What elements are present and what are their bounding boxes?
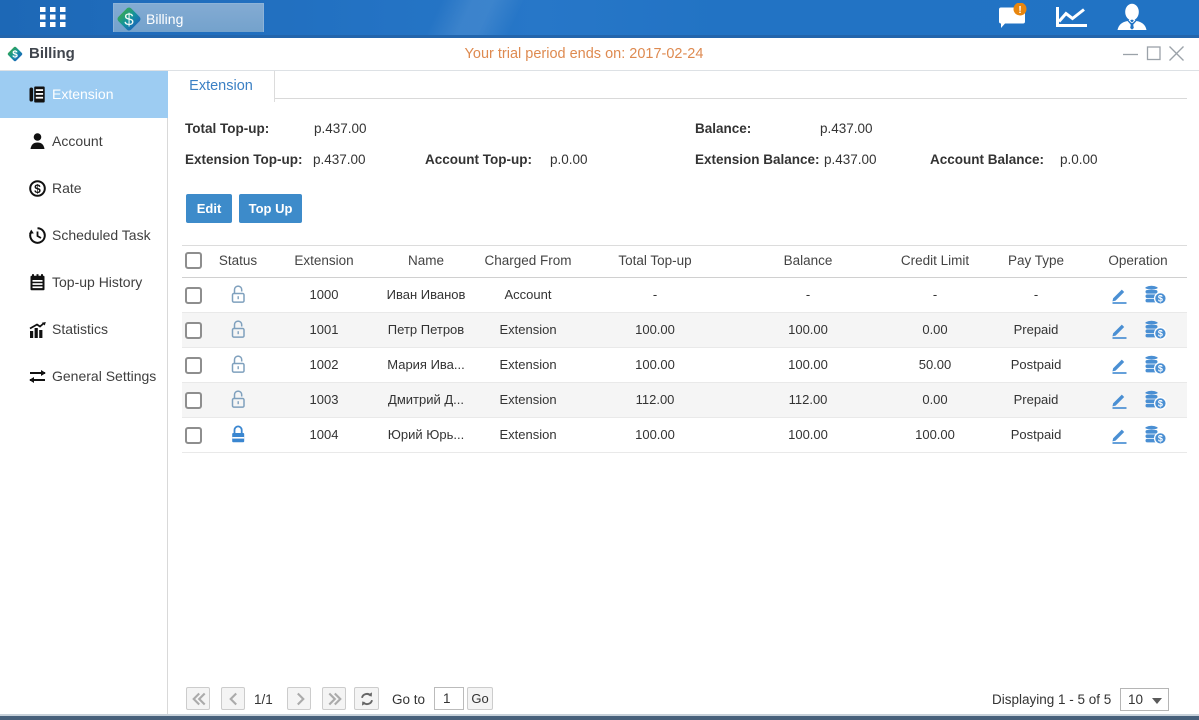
svg-text:$: $ [1158,329,1163,339]
svg-text:$: $ [34,182,41,196]
svg-text:$: $ [1158,434,1163,444]
svg-text:$: $ [124,10,134,29]
svg-text:$: $ [1158,294,1163,304]
svg-text:!: ! [1018,5,1021,16]
svg-text:$: $ [1158,364,1163,374]
svg-text:$: $ [1158,399,1163,409]
svg-text:$: $ [12,50,18,61]
